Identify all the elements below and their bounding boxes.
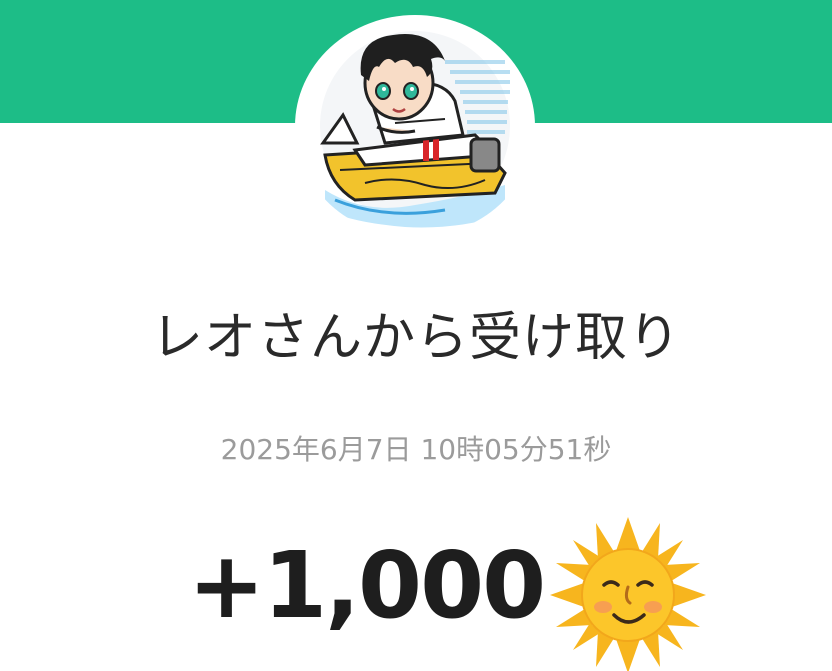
transfer-detail-screen: レオさんから受け取り 2025年6月7日 10時05分51秒 +1,000: [0, 0, 832, 671]
transfer-title: レオさんから受け取り: [150, 308, 681, 368]
boat-racer-avatar-icon: [320, 31, 510, 228]
transfer-timestamp: 2025年6月7日 10時05分51秒: [220, 433, 612, 466]
sun-with-face-icon: [550, 517, 706, 671]
transfer-amount: +1,000: [188, 532, 546, 639]
sender-avatar[interactable]: [295, 15, 535, 237]
amount-row: +1,000: [0, 515, 832, 671]
